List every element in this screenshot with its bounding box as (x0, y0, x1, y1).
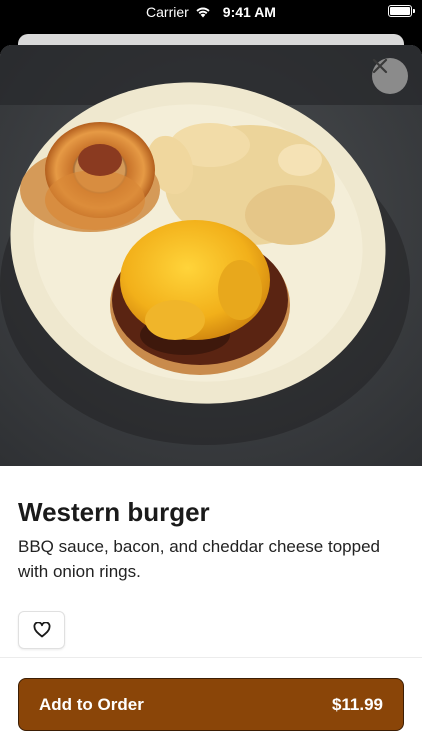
item-detail-sheet: Western burger BBQ sauce, bacon, and che… (0, 45, 422, 750)
price-label: $11.99 (331, 694, 383, 714)
wifi-icon (196, 7, 210, 18)
battery-icon (388, 5, 415, 17)
status-bar: Carrier 9:41 AM (0, 0, 422, 24)
add-to-order-label: Add to Order (39, 694, 144, 714)
item-photo (0, 45, 422, 466)
add-to-order-button[interactable]: Add to Order $11.99 (18, 678, 404, 731)
item-title: Western burger (18, 497, 210, 527)
close-icon (372, 58, 388, 74)
heart-outline-icon (33, 622, 50, 638)
close-button[interactable] (372, 58, 408, 94)
divider (0, 657, 422, 658)
carrier-label: Carrier (146, 4, 189, 20)
favorite-button[interactable] (18, 611, 65, 649)
clock: 9:41 AM (222, 4, 276, 20)
item-description: BBQ sauce, bacon, and cheddar cheese top… (18, 537, 380, 581)
